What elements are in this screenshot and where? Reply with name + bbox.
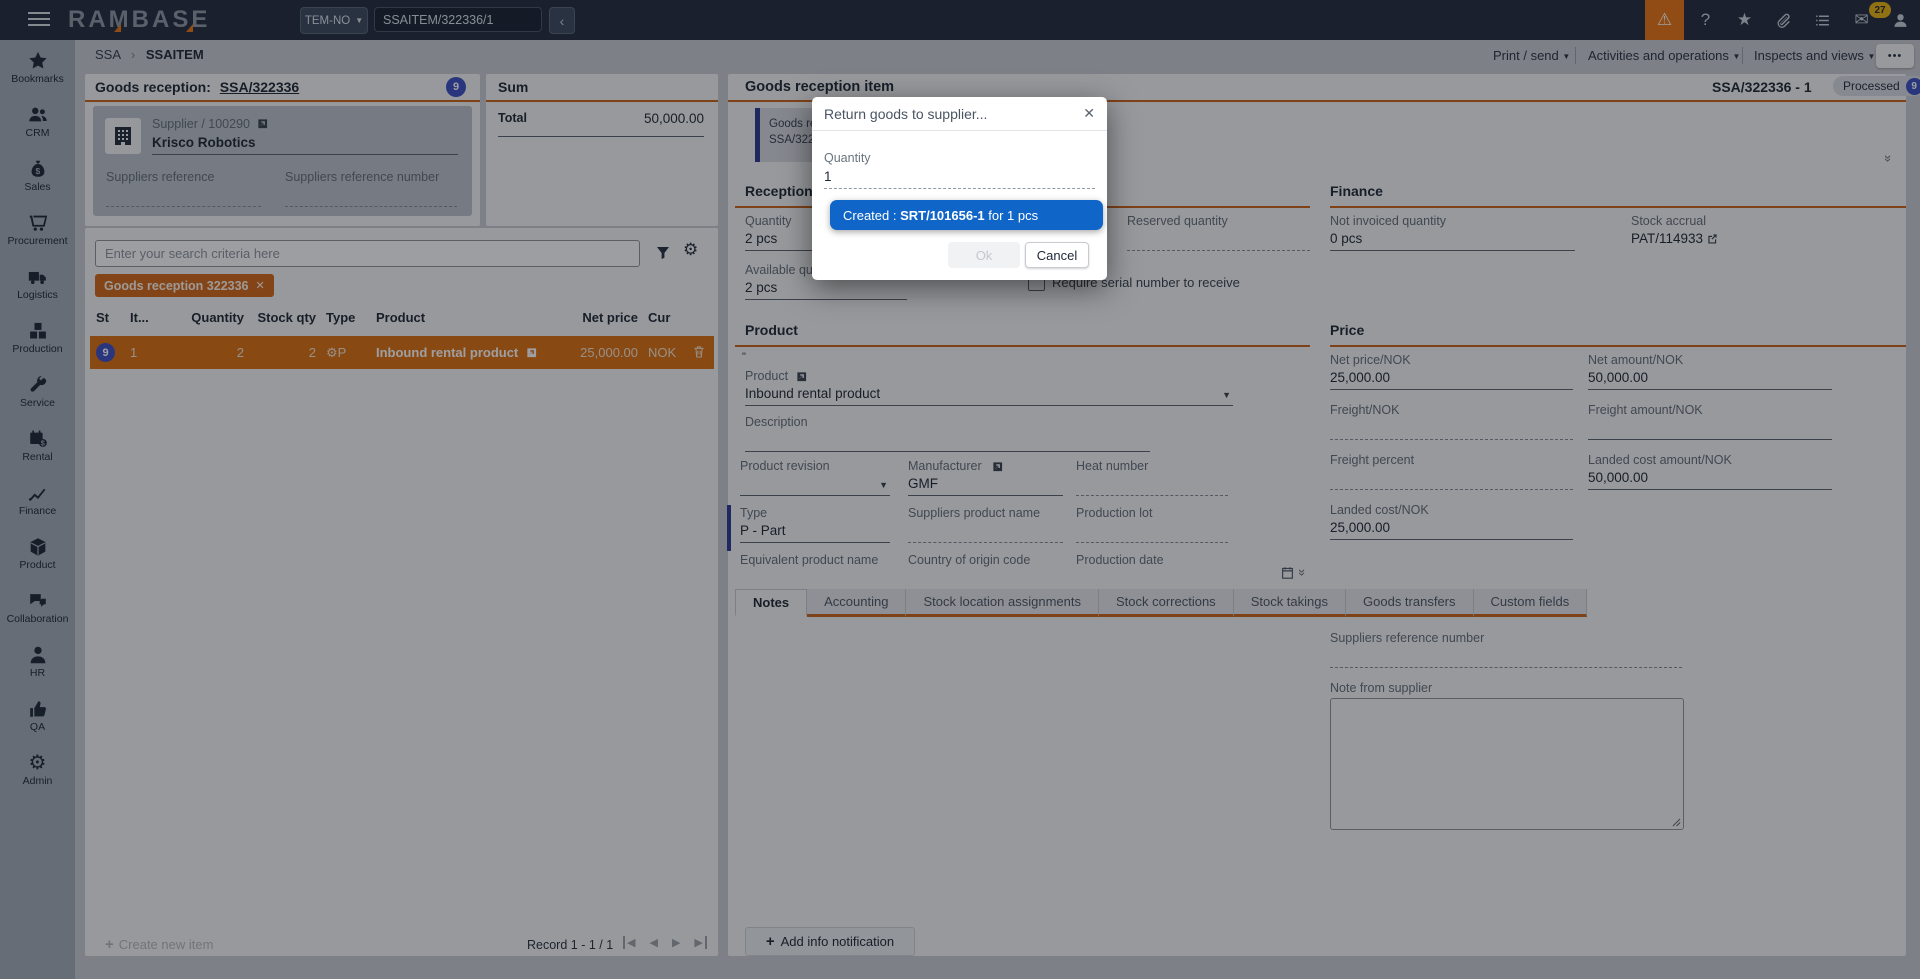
modal-quantity-label: Quantity bbox=[824, 151, 871, 165]
toast-document-id: SRT/101656-1 bbox=[900, 208, 985, 223]
return-goods-modal: Return goods to supplier... ✕ Quantity 1… bbox=[812, 97, 1107, 280]
ok-button[interactable]: Ok bbox=[948, 242, 1020, 268]
modal-title: Return goods to supplier... bbox=[824, 106, 987, 122]
cancel-button[interactable]: Cancel bbox=[1025, 242, 1089, 268]
rambase-app: RAMBASE TEM-NO ▼ ‹ ⚠ ? ★ ✉ 27 Bookmar bbox=[0, 0, 1920, 979]
modal-close-icon[interactable]: ✕ bbox=[1083, 105, 1095, 122]
modal-quantity-input[interactable]: 1 bbox=[824, 169, 1095, 189]
created-toast: Created : SRT/101656-1 for 1 pcs bbox=[830, 200, 1103, 230]
modal-header: Return goods to supplier... ✕ bbox=[812, 97, 1107, 131]
